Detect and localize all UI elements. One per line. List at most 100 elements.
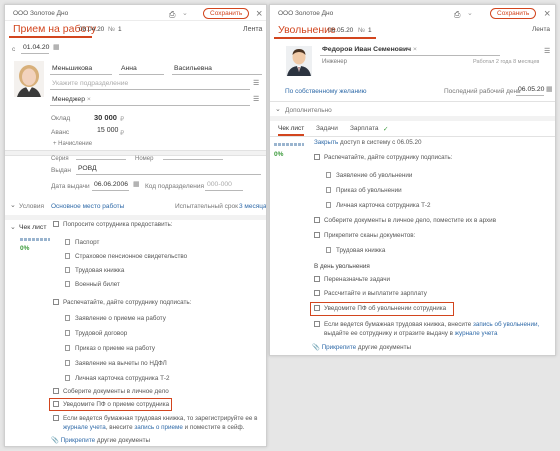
feed-link[interactable]: Лента [532, 26, 550, 33]
chevron-down-icon[interactable]: ⌄ [10, 201, 16, 209]
dismissal-record-link[interactable]: запись об увольнении, [473, 321, 539, 328]
checklist-item[interactable]: Прикрепите сканы документов: [314, 232, 415, 239]
attach-row[interactable]: 📎 Прикрепите другие документы [51, 436, 150, 444]
hire-record-link[interactable]: запись о приеме [134, 424, 183, 431]
calendar-icon[interactable]: ▦ [133, 180, 140, 188]
checklist-item[interactable]: Попросите сотрудника предоставить: [53, 221, 173, 228]
checkbox[interactable] [53, 299, 59, 306]
checkbox[interactable] [53, 415, 59, 422]
number-input[interactable] [163, 159, 223, 160]
dismissal-reason-link[interactable]: По собственному желанию [285, 88, 367, 95]
doc-item[interactable]: Заявление о приеме на работу [65, 315, 166, 322]
checklist-item[interactable]: Рассчитайте и выплатите зарплату [314, 290, 427, 297]
tab-checklist[interactable]: Чек лист [278, 125, 305, 136]
department-input[interactable]: Укажите подразделение [50, 79, 250, 90]
employee-name-input[interactable]: Федоров Иван Семенович × [320, 45, 500, 56]
employee-photo[interactable] [14, 61, 44, 97]
text: , внесите [105, 424, 133, 431]
dept-code-input[interactable]: 000-000 [205, 180, 243, 191]
checklist-item[interactable]: Распечатайте, дайте сотруднику подписать… [314, 154, 452, 161]
calendar-icon[interactable]: ▦ [546, 85, 553, 93]
middlename-input[interactable]: Васильевна [172, 64, 262, 75]
checkbox[interactable] [314, 154, 320, 161]
doc-date[interactable]: 08.04.20 [79, 26, 104, 33]
series-input[interactable] [76, 159, 126, 160]
checklist-item[interactable]: Переназначьте задачи [314, 276, 390, 283]
doc-number[interactable]: 1 [368, 27, 372, 34]
checkbox[interactable] [314, 276, 320, 283]
position-input[interactable]: Менеджер × [50, 95, 250, 106]
doc-label: Приказ об увольнении [336, 187, 402, 194]
print-icon[interactable]: ⎙ [169, 10, 175, 20]
doc-item[interactable]: Приказ о приеме на работу [65, 345, 155, 352]
checkbox[interactable] [314, 321, 320, 328]
doc-number[interactable]: 1 [118, 26, 122, 33]
clear-icon[interactable]: × [87, 96, 91, 103]
checklist-item[interactable]: Если ведется бумажная трудовая книжка, в… [314, 321, 539, 328]
chevron-down-icon[interactable]: ⌄ [275, 105, 281, 113]
advance-value[interactable]: 15 000 [97, 127, 118, 134]
tab-tasks[interactable]: Задачи [316, 125, 338, 132]
doc-date[interactable]: 06.05.20 [328, 27, 353, 34]
issued-input[interactable]: РОВД [76, 164, 261, 175]
doc-item[interactable]: Заявление об увольнении [326, 172, 412, 179]
checkbox[interactable] [53, 221, 59, 228]
add-accrual-link[interactable]: + Начисление [53, 141, 92, 147]
checkbox[interactable] [53, 401, 59, 408]
checklist-item[interactable]: Соберите документы в личное дело, помест… [314, 217, 496, 224]
list-icon[interactable]: ☰ [253, 95, 259, 103]
chevron-down-icon[interactable]: ⌄ [467, 9, 473, 17]
clear-icon[interactable]: × [413, 46, 417, 53]
checklist-label[interactable]: Чек лист [19, 224, 46, 231]
list-icon[interactable]: ☰ [253, 79, 259, 87]
checkbox[interactable] [314, 232, 320, 239]
org-name[interactable]: ООО Золотое Дно [278, 10, 333, 17]
org-name[interactable]: ООО Золотое Дно [13, 10, 68, 17]
checkbox[interactable] [314, 217, 320, 224]
save-button[interactable]: Сохранить [203, 8, 250, 19]
probation-value[interactable]: 3 месяца [239, 203, 266, 210]
item-label: Уведомите ПФ об увольнении сотрудника [324, 305, 447, 312]
list-icon[interactable]: ☰ [544, 47, 550, 55]
checkbox[interactable] [314, 290, 320, 297]
lastname-input[interactable]: Меньшикова [50, 64, 112, 75]
journal-link[interactable]: журнале учета [455, 330, 498, 337]
tab-salary[interactable]: Зарплата [350, 125, 378, 132]
checkbox[interactable] [53, 388, 59, 395]
print-icon[interactable]: ⎙ [454, 10, 460, 20]
attach-link[interactable]: Прикрепите [322, 344, 357, 351]
close-icon[interactable]: × [544, 9, 550, 20]
salary-value[interactable]: 30 000 [94, 113, 117, 122]
close-access-link[interactable]: Закрыть [314, 139, 338, 146]
check-icon: ✓ [383, 126, 389, 133]
chevron-down-icon[interactable]: ⌄ [182, 9, 188, 17]
calendar-icon[interactable]: ▦ [53, 43, 60, 51]
doc-item[interactable]: Трудовой договор [65, 330, 127, 337]
conditions-label[interactable]: Условия [19, 203, 44, 210]
doc-item[interactable]: Заявление на вычеты по НДФЛ [65, 360, 167, 367]
checklist-item[interactable]: Уведомите ПФ об увольнении сотрудника [314, 305, 446, 312]
doc-item[interactable]: Личная карточка сотрудника Т-2 [65, 375, 170, 382]
journal-link[interactable]: журнале учета [63, 424, 106, 431]
main-workplace-link[interactable]: Основное место работы [51, 203, 124, 210]
chevron-down-icon[interactable]: ⌄ [10, 223, 16, 231]
feed-link[interactable]: Лента [243, 26, 262, 33]
checklist-item[interactable]: Если ведется бумажная трудовая книжка, т… [53, 415, 257, 422]
attach-row[interactable]: 📎 Прикрепите другие документы [312, 343, 411, 351]
doc-item[interactable]: Трудовая книжка [326, 247, 385, 254]
start-date-input[interactable]: 01.04.20 [21, 43, 49, 54]
last-day-input[interactable]: 06.05.20 [516, 85, 544, 96]
checklist-item[interactable]: Соберите документы в личное дело [53, 388, 169, 395]
checklist-item[interactable]: Уведомите ПФ о приеме сотрудника [53, 401, 169, 408]
close-icon[interactable]: × [256, 9, 262, 20]
save-button[interactable]: Сохранить [490, 8, 537, 19]
checklist-item[interactable]: Распечатайте, дайте сотруднику подписать… [53, 299, 191, 306]
employee-photo[interactable] [286, 46, 312, 76]
issue-date-input[interactable]: 06.06.2006 [92, 180, 129, 191]
firstname-input[interactable]: Анна [119, 64, 164, 75]
doc-item[interactable]: Личная карточка сотрудника Т-2 [326, 202, 431, 209]
extra-section-label[interactable]: Дополнительно [285, 107, 332, 114]
doc-item[interactable]: Приказ об увольнении [326, 187, 402, 194]
checkbox[interactable] [314, 305, 320, 312]
attach-link[interactable]: Прикрепите [61, 437, 96, 444]
